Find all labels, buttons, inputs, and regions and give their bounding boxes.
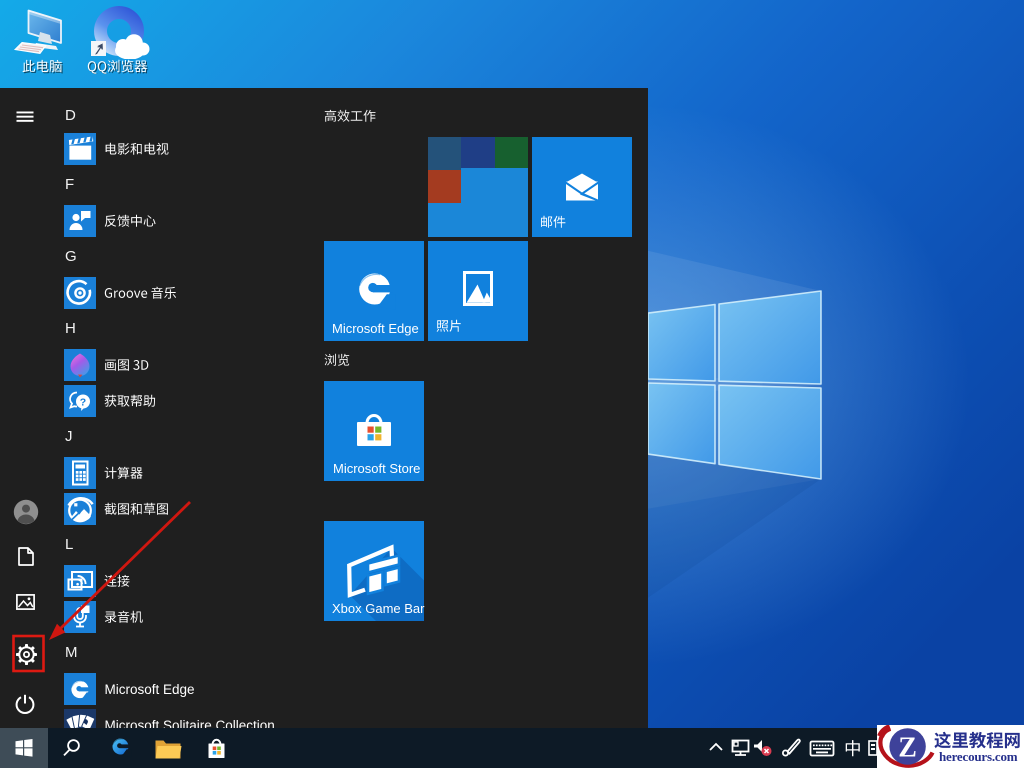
svg-text:?: ? xyxy=(80,397,86,409)
svg-text:Z: Z xyxy=(898,733,917,764)
